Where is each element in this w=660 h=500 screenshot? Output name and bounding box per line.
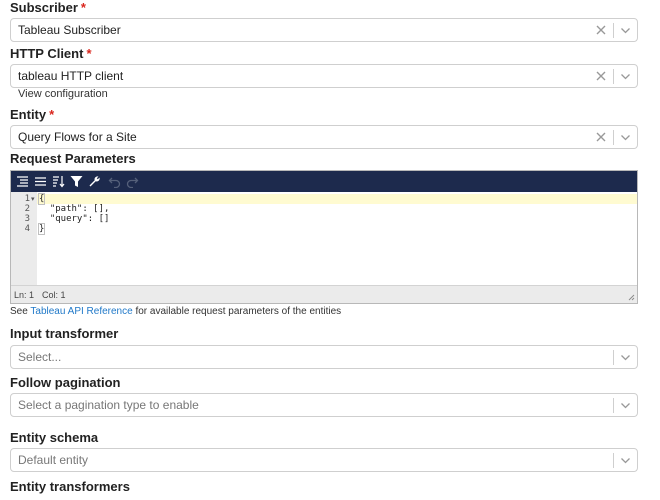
http-client-select[interactable]: tableau HTTP client xyxy=(10,64,638,88)
view-configuration-link[interactable]: View configuration xyxy=(18,88,108,100)
line-number: 3 xyxy=(24,214,30,224)
line-number: 4 xyxy=(24,224,30,234)
editor-toolbar xyxy=(11,171,637,192)
chevron-down-icon[interactable] xyxy=(620,71,631,82)
select-separator xyxy=(613,130,614,145)
undo-icon[interactable] xyxy=(108,175,121,188)
input-transformer-label: Input transformer xyxy=(10,326,119,341)
select-separator xyxy=(613,398,614,413)
entity-label: Entity * xyxy=(10,107,55,122)
chevron-down-icon[interactable] xyxy=(620,352,631,363)
code-line: "path": [], xyxy=(39,204,110,214)
pagination-select[interactable]: Select a pagination type to enable xyxy=(10,393,638,417)
input-transformer-placeholder: Select... xyxy=(18,350,62,364)
chevron-down-icon[interactable] xyxy=(620,132,631,143)
status-column: Col: 1 xyxy=(42,290,66,300)
line-number: 2 xyxy=(24,204,30,214)
required-mark: * xyxy=(49,107,55,122)
compact-icon[interactable] xyxy=(34,175,47,188)
redo-icon[interactable] xyxy=(126,175,139,188)
subscriber-label: Subscriber * xyxy=(10,0,86,15)
http-client-value: tableau HTTP client xyxy=(18,69,124,83)
select-separator xyxy=(613,23,614,38)
api-reference-link[interactable]: Tableau API Reference xyxy=(30,306,132,317)
select-separator xyxy=(613,350,614,365)
code-line: { xyxy=(37,193,46,205)
format-icon[interactable] xyxy=(16,175,29,188)
chevron-down-icon[interactable] xyxy=(620,455,631,466)
entity-schema-label: Entity schema xyxy=(10,430,99,445)
filter-icon[interactable] xyxy=(70,175,83,188)
code-area[interactable]: { "path": [], "query": [] } xyxy=(37,192,637,285)
entity-select[interactable]: Query Flows for a Site xyxy=(10,125,638,149)
entity-value: Query Flows for a Site xyxy=(18,130,137,144)
fold-icon[interactable]: ▾ xyxy=(31,195,35,203)
pagination-placeholder: Select a pagination type to enable xyxy=(18,398,199,412)
clear-icon[interactable] xyxy=(595,131,607,143)
subscriber-value: Tableau Subscriber xyxy=(18,23,121,37)
editor-statusbar: Ln: 1 Col: 1 xyxy=(11,285,637,303)
chevron-down-icon[interactable] xyxy=(620,400,631,411)
select-separator xyxy=(613,69,614,84)
json-editor[interactable]: 1 ▾ 2 3 4 { "path": [], "query": [] } Ln… xyxy=(10,170,638,304)
api-reference-help: See Tableau API Reference for available … xyxy=(10,306,342,317)
chevron-down-icon[interactable] xyxy=(620,25,631,36)
active-line-highlight xyxy=(37,194,637,204)
clear-icon[interactable] xyxy=(595,70,607,82)
entity-schema-select[interactable]: Default entity xyxy=(10,448,638,472)
entity-transformers-label: Entity transformers xyxy=(10,479,130,494)
sort-icon[interactable] xyxy=(52,175,65,188)
subscriber-select[interactable]: Tableau Subscriber xyxy=(10,18,638,42)
clear-icon[interactable] xyxy=(595,24,607,36)
required-mark: * xyxy=(80,0,86,15)
line-number-gutter: 1 ▾ 2 3 4 xyxy=(11,192,37,285)
input-transformer-select[interactable]: Select... xyxy=(10,345,638,369)
follow-pagination-label: Follow pagination xyxy=(10,375,121,390)
code-line: } xyxy=(37,223,46,235)
request-parameters-label: Request Parameters xyxy=(10,151,136,166)
status-line: Ln: 1 xyxy=(14,290,35,300)
code-line: "query": [] xyxy=(39,214,110,224)
line-number: 1 xyxy=(24,194,30,204)
required-mark: * xyxy=(86,46,92,61)
entity-schema-placeholder: Default entity xyxy=(18,453,89,467)
select-separator xyxy=(613,453,614,468)
http-client-label: HTTP Client * xyxy=(10,46,92,61)
resize-handle-icon[interactable] xyxy=(628,294,635,301)
repair-icon[interactable] xyxy=(88,175,101,188)
